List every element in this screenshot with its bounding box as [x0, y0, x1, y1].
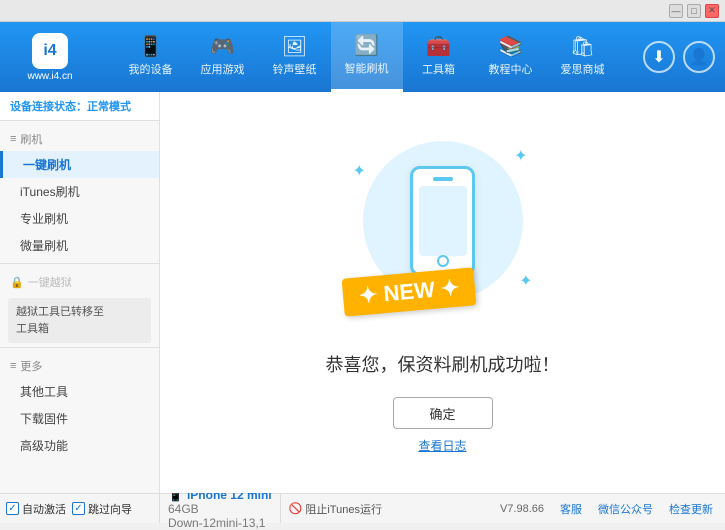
bottom-bar: ✓ 自动激活 ✓ 跳过向导 📱 iPhone 12 mini 64GB Down…	[0, 493, 725, 523]
nav-apps[interactable]: 🎮 应用游戏	[187, 22, 259, 92]
sidebar-section-flash: ≡ 刷机 一键刷机 iTunes刷机 专业刷机 微量刷机	[0, 127, 159, 259]
nav-smart-flash[interactable]: 🔄 智能刷机	[331, 22, 403, 92]
view-log-link[interactable]: 查看日志	[418, 437, 466, 454]
sparkle-1: ✦	[514, 146, 527, 166]
minimize-button[interactable]: —	[669, 4, 683, 18]
nav-icon-wallpaper: 🖼	[282, 37, 307, 57]
success-illustration: ✦ NEW ✦ ✦ ✦ ✦	[343, 131, 543, 331]
nav-my-device[interactable]: 📱 我的设备	[115, 22, 187, 92]
account-button[interactable]: 👤	[683, 41, 715, 73]
sidebar-item-micro-flash[interactable]: 微量刷机	[0, 232, 159, 259]
sparkle-3: ✦	[519, 271, 532, 291]
sidebar-item-one-click-flash[interactable]: 一键刷机	[0, 151, 159, 178]
sidebar-item-pro-flash[interactable]: 专业刷机	[0, 205, 159, 232]
sidebar-divider-2	[0, 347, 159, 348]
maximize-button[interactable]: □	[687, 4, 701, 18]
sidebar-section-jailbreak: 🔒 一键越狱 越狱工具已转移至工具箱	[0, 270, 159, 343]
main-layout: 设备连接状态：正常模式 ≡ 刷机 一键刷机 iTunes刷机 专业刷机 微量刷机…	[0, 92, 725, 493]
checkbox-icon-skip: ✓	[72, 502, 85, 515]
section-icon-more: ≡	[10, 360, 16, 372]
section-header-jailbreak: 🔒 一键越狱	[0, 270, 159, 294]
phone-home-button	[437, 255, 449, 267]
nav-icon-tutorial: 📚	[498, 37, 523, 57]
connection-status: 设备连接状态：正常模式	[0, 92, 159, 121]
sidebar-item-download-firmware[interactable]: 下载固件	[0, 405, 159, 432]
bottom-left: ✓ 自动激活 ✓ 跳过向导	[0, 494, 160, 523]
checkbox-icon-auto: ✓	[6, 502, 19, 515]
nav-icon-apps: 🎮	[210, 37, 235, 57]
nav-icon-my-device: 📱	[138, 37, 163, 57]
confirm-button[interactable]: 确定	[393, 397, 493, 429]
new-badge: ✦ NEW ✦	[341, 267, 476, 316]
sidebar-item-itunes-flash[interactable]: iTunes刷机	[0, 178, 159, 205]
logo: i4 www.i4.cn	[10, 33, 90, 82]
section-header-flash: ≡ 刷机	[0, 127, 159, 151]
nav-icon-smart-flash: 🔄	[354, 36, 379, 56]
logo-text: www.i4.cn	[27, 71, 72, 82]
jailbreak-note: 越狱工具已转移至工具箱	[8, 298, 151, 343]
sidebar-item-other-tools[interactable]: 其他工具	[0, 378, 159, 405]
wechat-link[interactable]: 微信公众号	[598, 501, 653, 517]
close-button[interactable]: ✕	[705, 4, 719, 18]
skip-wizard-checkbox[interactable]: ✓ 跳过向导	[72, 501, 132, 517]
section-header-more: ≡ 更多	[0, 354, 159, 378]
sparkle-2: ✦	[353, 161, 366, 181]
nav-store[interactable]: 🛍 爱思商城	[547, 22, 619, 92]
device-info: 📱 iPhone 12 mini 64GB Down-12mini-13,1	[160, 494, 281, 523]
sidebar-item-advanced[interactable]: 高级功能	[0, 432, 159, 459]
new-badge-stars2: ✦	[433, 275, 460, 302]
bottom-right: V7.98.66 客服 微信公众号 检查更新	[488, 494, 725, 523]
nav-bar: 📱 我的设备 🎮 应用游戏 🖼 铃声壁纸 🔄 智能刷机 🧰 工具箱 📚 教程中心…	[90, 22, 643, 92]
itunes-icon: 🚫	[289, 502, 303, 515]
section-icon-flash: ≡	[10, 133, 16, 145]
phone-speaker	[433, 177, 453, 181]
device-storage: 64GB	[168, 502, 272, 516]
auto-activate-checkbox[interactable]: ✓ 自动激活	[6, 501, 66, 517]
nav-toolbox[interactable]: 🧰 工具箱	[403, 22, 475, 92]
title-bar: — □ ✕	[0, 0, 725, 22]
sidebar-section-more: ≡ 更多 其他工具 下载固件 高级功能	[0, 354, 159, 459]
nav-icon-toolbox: 🧰	[426, 37, 451, 57]
phone-body	[410, 166, 475, 276]
sidebar-divider-1	[0, 263, 159, 264]
update-link[interactable]: 检查更新	[669, 501, 713, 517]
success-message: 恭喜您，保资料刷机成功啦！	[326, 351, 560, 377]
sidebar: 设备连接状态：正常模式 ≡ 刷机 一键刷机 iTunes刷机 专业刷机 微量刷机…	[0, 92, 160, 493]
new-badge-stars: ✦	[358, 281, 385, 308]
window-controls: — □ ✕	[669, 4, 719, 18]
logo-icon: i4	[32, 33, 68, 69]
version-label: V7.98.66	[500, 503, 544, 515]
main-content: ✦ NEW ✦ ✦ ✦ ✦ 恭喜您，保资料刷机成功啦！ 确定 查看日志	[160, 92, 725, 493]
itunes-status: 🚫 阻止iTunes运行	[281, 494, 390, 523]
header: i4 www.i4.cn 📱 我的设备 🎮 应用游戏 🖼 铃声壁纸 🔄 智能刷机…	[0, 22, 725, 92]
download-button[interactable]: ⬇	[643, 41, 675, 73]
support-link[interactable]: 客服	[560, 501, 582, 517]
nav-wallpaper[interactable]: 🖼 铃声壁纸	[259, 22, 331, 92]
phone-screen	[419, 186, 467, 256]
header-right-controls: ⬇ 👤	[643, 41, 715, 73]
nav-icon-store: 🛍	[570, 37, 595, 57]
lock-icon: 🔒	[10, 276, 24, 289]
nav-tutorial[interactable]: 📚 教程中心	[475, 22, 547, 92]
